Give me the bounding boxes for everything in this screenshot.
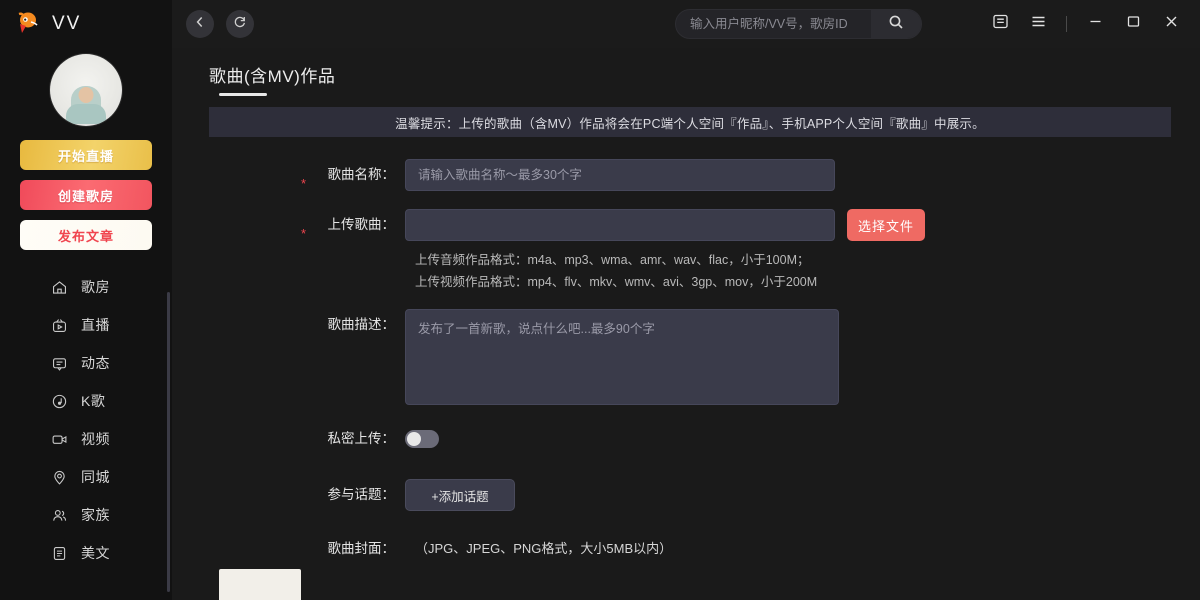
- sidebar-scrollbar[interactable]: [167, 292, 170, 592]
- cover-format-note: （JPG、JPEG、PNG格式，大小5MB以内）: [415, 541, 673, 556]
- song-name-label: * 歌曲名称：: [209, 159, 405, 191]
- hamburger-menu-icon: [1030, 13, 1047, 35]
- menu-button[interactable]: [1019, 0, 1057, 48]
- brand-name: VV: [52, 13, 82, 34]
- sidebar-item-label: 歌房: [81, 279, 110, 295]
- location-pin-icon: [50, 468, 68, 486]
- topbar: [172, 0, 1200, 48]
- sidebar-item-label: 家族: [81, 507, 110, 523]
- video-camera-icon: [50, 430, 68, 448]
- format-hints: 上传音频作品格式：m4a、mp3、wma、amr、wav、flac，小于100M…: [405, 249, 1200, 293]
- avatar[interactable]: [50, 54, 122, 126]
- toolbar-divider: [1066, 16, 1067, 32]
- avatar-wrap: [0, 54, 172, 126]
- home-icon: [50, 278, 68, 296]
- description-label: 歌曲描述：: [327, 317, 396, 332]
- sidebar-item-kge[interactable]: K歌: [0, 382, 172, 420]
- minimize-button[interactable]: [1076, 0, 1114, 48]
- sidebar-item-meiwen[interactable]: 美文: [0, 534, 172, 572]
- create-room-button[interactable]: 创建歌房: [20, 180, 152, 210]
- brand: VV: [0, 0, 172, 48]
- upload-form: * 歌曲名称： * 上传歌曲： 选择文件 上传音频作品格式：m4a、mp3、wm…: [209, 159, 1200, 600]
- description-textarea[interactable]: [405, 309, 839, 405]
- add-topic-button[interactable]: +添加话题: [405, 479, 515, 511]
- sidebar-item-label: K歌: [81, 393, 106, 409]
- row-upload-song: * 上传歌曲： 选择文件: [209, 209, 1200, 241]
- sidebar-item-label: 视频: [81, 431, 110, 447]
- sidebar-item-dongtai[interactable]: 动态: [0, 344, 172, 382]
- search-button[interactable]: [871, 10, 921, 38]
- tv-play-icon: [50, 316, 68, 334]
- back-button[interactable]: [186, 10, 214, 38]
- sidebar-item-zhibo[interactable]: 直播: [0, 306, 172, 344]
- topic-label: 参与话题：: [327, 487, 396, 502]
- avatar-face: [78, 87, 94, 104]
- refresh-icon: [233, 15, 247, 34]
- close-icon: [1163, 13, 1180, 35]
- upload-song-label: * 上传歌曲：: [209, 209, 405, 241]
- search-box[interactable]: [675, 9, 922, 39]
- sidebar-item-label: 同城: [81, 469, 110, 485]
- close-button[interactable]: [1152, 0, 1190, 48]
- cover-label: 歌曲封面：: [327, 541, 396, 556]
- avatar-body: [66, 104, 106, 124]
- private-upload-toggle[interactable]: [405, 430, 439, 448]
- toggle-knob: [407, 432, 421, 446]
- document-text-icon: [50, 544, 68, 562]
- group-users-icon: [50, 506, 68, 524]
- required-mark: *: [301, 176, 307, 191]
- upload-song-input[interactable]: [405, 209, 835, 241]
- sidebar-item-label: 动态: [81, 355, 110, 371]
- panel-toggle-button[interactable]: [981, 0, 1019, 48]
- sidebar-item-shipin[interactable]: 视频: [0, 420, 172, 458]
- minimize-icon: [1087, 13, 1104, 35]
- main-area: 歌曲(含MV)作品 温馨提示：上传的歌曲（含MV）作品将会在PC端个人空间『作品…: [172, 0, 1200, 600]
- window-tools: [981, 0, 1200, 48]
- sidebar-item-geifang[interactable]: 歌房: [0, 268, 172, 306]
- tab-bar: 歌曲(含MV)作品: [209, 62, 1200, 96]
- notice-banner: 温馨提示：上传的歌曲（含MV）作品将会在PC端个人空间『作品』、手机APP个人空…: [209, 107, 1171, 137]
- row-description: 歌曲描述：: [209, 309, 1200, 405]
- music-disc-icon: [50, 392, 68, 410]
- sidebar-item-jiazu[interactable]: 家族: [0, 496, 172, 534]
- sidebar-item-label: 直播: [81, 317, 110, 333]
- content: 歌曲(含MV)作品 温馨提示：上传的歌曲（含MV）作品将会在PC端个人空间『作品…: [172, 62, 1200, 600]
- row-cover: 歌曲封面： （JPG、JPEG、PNG格式，大小5MB以内）: [209, 533, 1200, 565]
- choose-file-button[interactable]: 选择文件: [847, 209, 925, 241]
- panel-toggle-icon: [992, 13, 1009, 35]
- chevron-left-icon: [193, 15, 207, 34]
- search-input[interactable]: [676, 10, 871, 38]
- refresh-button[interactable]: [226, 10, 254, 38]
- maximize-button[interactable]: [1114, 0, 1152, 48]
- tab-song-works[interactable]: 歌曲(含MV)作品: [209, 62, 335, 96]
- sidebar: VV 开始直播 创建歌房 发布文章 歌房 直播 动态 K歌 视频 同城 家族 美…: [0, 0, 172, 600]
- search-icon: [888, 14, 904, 35]
- cover-thumbnail[interactable]: [219, 569, 301, 600]
- start-live-button[interactable]: 开始直播: [20, 140, 152, 170]
- hint-audio-formats: 上传音频作品格式：m4a、mp3、wma、amr、wav、flac，小于100M…: [415, 253, 810, 267]
- row-private-upload: 私密上传：: [209, 423, 1200, 455]
- publish-article-button[interactable]: 发布文章: [20, 220, 152, 250]
- private-upload-label: 私密上传：: [327, 431, 396, 446]
- required-mark: *: [301, 226, 307, 241]
- vv-mascot-logo-icon: [16, 11, 42, 37]
- hint-video-formats: 上传视频作品格式：mp4、flv、mkv、wmv、avi、3gp、mov，小于2…: [415, 275, 818, 289]
- sidebar-item-label: 美文: [81, 545, 110, 561]
- sidebar-actions: 开始直播 创建歌房 发布文章: [0, 140, 172, 250]
- song-name-input[interactable]: [405, 159, 835, 191]
- row-song-name: * 歌曲名称：: [209, 159, 1200, 191]
- sidebar-item-tongcheng[interactable]: 同城: [0, 458, 172, 496]
- message-icon: [50, 354, 68, 372]
- sidebar-nav: 歌房 直播 动态 K歌 视频 同城 家族 美文: [0, 268, 172, 572]
- maximize-icon: [1125, 13, 1142, 35]
- row-topic: 参与话题： +添加话题: [209, 479, 1200, 511]
- app-window: VV 开始直播 创建歌房 发布文章 歌房 直播 动态 K歌 视频 同城 家族 美…: [0, 0, 1200, 600]
